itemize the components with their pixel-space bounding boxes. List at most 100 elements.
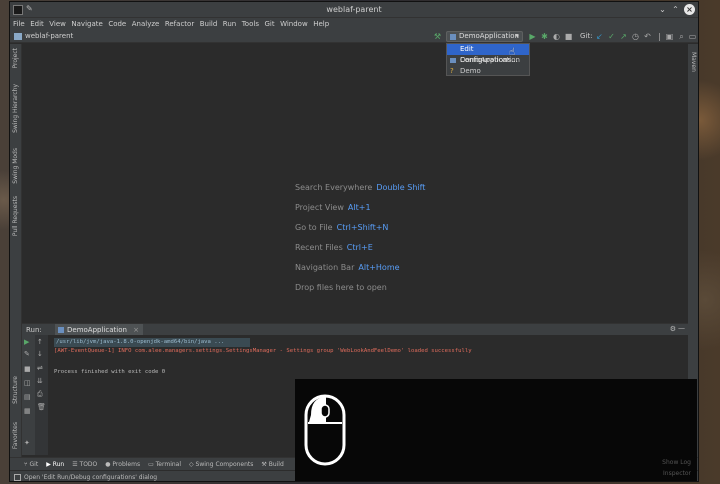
- menu-analyze[interactable]: Analyze: [132, 20, 160, 28]
- menu-help[interactable]: Help: [313, 20, 329, 28]
- hint-label: Project View: [295, 203, 344, 212]
- bottom-tab-run[interactable]: ▶ Run: [46, 461, 64, 468]
- arrow-up-icon[interactable]: ↑: [37, 338, 43, 346]
- layout-icon[interactable]: ▭: [688, 32, 697, 41]
- menu-build[interactable]: Build: [200, 20, 218, 28]
- trash-icon[interactable]: 🗑: [37, 403, 46, 411]
- debug-icon[interactable]: ✱: [540, 32, 549, 41]
- stop-icon[interactable]: ■: [564, 32, 573, 41]
- hint-label: Drop files here to open: [295, 283, 387, 292]
- mouse-click-icon: [304, 394, 346, 466]
- mouse-visualizer-overlay: Show Log Inspector: [295, 379, 697, 481]
- hint-shortcut: Alt+1: [347, 203, 371, 212]
- console-log-line: [AWT-EventQueue-1] INFO com.alee.manager…: [54, 348, 472, 354]
- scroll-to-end-icon[interactable]: ⇊: [37, 377, 43, 385]
- hint-shortcut: Alt+Home: [358, 263, 400, 272]
- hammer-icon[interactable]: ⚒: [433, 32, 442, 41]
- stop-icon[interactable]: ■: [24, 365, 31, 373]
- menu-navigate[interactable]: Navigate: [71, 20, 102, 28]
- status-toggle-icon[interactable]: [14, 474, 21, 481]
- hide-panel-icon[interactable]: —: [678, 324, 685, 332]
- tool-tab-project[interactable]: Project: [12, 48, 19, 69]
- menu-code[interactable]: Code: [108, 20, 126, 28]
- console-exit-line: Process finished with exit code 0: [54, 369, 166, 375]
- pin-tab-icon[interactable]: ▦: [24, 407, 31, 415]
- chevron-down-icon: ▾: [515, 32, 519, 40]
- run-icon[interactable]: ▶: [528, 32, 537, 41]
- soft-wrap-icon[interactable]: ⇌: [37, 364, 43, 372]
- tool-tab-swing-mods[interactable]: Swing Mods: [12, 148, 19, 184]
- menu-file[interactable]: File: [13, 20, 25, 28]
- status-message: Open 'Edit Run/Debug configurations' dia…: [24, 474, 158, 481]
- rollback-icon[interactable]: ↶: [643, 32, 652, 41]
- run-config-selector[interactable]: DemoApplication ▾: [446, 31, 523, 42]
- bottom-tab-label: Problems: [112, 460, 141, 468]
- git-commit-icon[interactable]: ✓: [607, 32, 616, 41]
- menu-refactor[interactable]: Refactor: [165, 20, 194, 28]
- gear-icon[interactable]: ⚙: [670, 325, 676, 333]
- tool-tab-structure[interactable]: Structure: [12, 376, 19, 404]
- folder-icon: [14, 33, 22, 40]
- menu-edit[interactable]: Edit: [30, 20, 44, 28]
- tool-tab-swing-hierarchy[interactable]: Swing Hierarchy: [12, 84, 19, 133]
- menu-run[interactable]: Run: [223, 20, 236, 28]
- hint-drop-files: Drop files here to open: [295, 283, 387, 292]
- tool-tab-maven[interactable]: Maven: [690, 52, 697, 72]
- bottom-tab-build[interactable]: ⚒ Build: [261, 461, 283, 468]
- hint-go-to-file: Go to File Ctrl+Shift+N: [295, 223, 388, 232]
- maximize-button[interactable]: ⌃: [670, 4, 681, 15]
- hint-search-everywhere: Search Everywhere Double Shift: [295, 183, 425, 192]
- run-toolbar-secondary: ↑ ↓ ⇌ ⇊ ⎙ 🗑: [35, 335, 48, 455]
- hint-recent-files: Recent Files Ctrl+E: [295, 243, 373, 252]
- dropdown-item-demoapplication[interactable]: DemoApplication: [447, 55, 529, 66]
- pin-icon[interactable]: ✦: [24, 439, 30, 447]
- git-push-icon[interactable]: ↗: [619, 32, 628, 41]
- close-icon[interactable]: ×: [133, 326, 139, 334]
- app-config-icon: [58, 327, 64, 333]
- hint-shortcut: Double Shift: [376, 183, 426, 192]
- console-command-line[interactable]: /usr/lib/jvm/java-1.8.0-openjdk-amd64/bi…: [54, 338, 250, 347]
- bottom-tab-label: Build: [268, 460, 284, 468]
- coverage-icon[interactable]: ◐: [552, 32, 561, 41]
- bottom-tab-todo[interactable]: ☰ TODO: [72, 461, 97, 468]
- left-tool-stripe: Project Swing Hierarchy Swing Mods Pull …: [10, 44, 22, 461]
- dropdown-item-demo[interactable]: ? Demo: [447, 66, 529, 77]
- restore-layout-icon[interactable]: ▤: [24, 393, 31, 401]
- git-label: Git:: [580, 32, 593, 40]
- bottom-tab-git[interactable]: ⑂ Git: [24, 461, 38, 468]
- history-icon[interactable]: ◷: [631, 32, 640, 41]
- print-icon[interactable]: ⎙: [37, 390, 43, 399]
- breadcrumb[interactable]: weblaf-parent: [25, 32, 73, 40]
- minimize-button[interactable]: ⌄: [657, 4, 668, 15]
- menu-git[interactable]: Git: [264, 20, 274, 28]
- title-bar: ✎ weblaf-parent ⌄ ⌃ ×: [10, 2, 698, 18]
- bottom-tab-terminal[interactable]: ▭ Terminal: [148, 461, 181, 468]
- bottom-tab-swing-components[interactable]: ◇ Swing Components: [189, 461, 253, 468]
- wrench-icon[interactable]: ✎: [24, 350, 30, 358]
- search-icon[interactable]: ⌕: [677, 32, 686, 41]
- bottom-tab-label: Git: [29, 460, 39, 468]
- navigation-bar: weblaf-parent ⚒ DemoApplication ▾ ▶ ✱ ◐ …: [10, 30, 698, 43]
- tool-tab-favorites[interactable]: Favorites: [12, 422, 19, 449]
- hint-label: Recent Files: [295, 243, 343, 252]
- dump-threads-icon[interactable]: ◫: [24, 379, 31, 387]
- menu-view[interactable]: View: [49, 20, 66, 28]
- close-button[interactable]: ×: [684, 4, 695, 15]
- tool-tab-pull-requests[interactable]: Pull Requests: [12, 196, 19, 236]
- editor-area: Search Everywhere Double Shift Project Vi…: [22, 44, 688, 323]
- git-update-icon[interactable]: ↙: [595, 32, 604, 41]
- arrow-down-icon[interactable]: ↓: [37, 350, 43, 358]
- hint-label: Go to File: [295, 223, 333, 232]
- inspector-label: Inspector: [663, 470, 691, 477]
- unknown-config-icon: ?: [450, 67, 454, 75]
- bottom-tab-label: Swing Components: [195, 460, 254, 468]
- run-panel-label: Run:: [26, 326, 42, 334]
- app-config-icon: [450, 34, 456, 40]
- run-tab-label: DemoApplication: [67, 326, 127, 334]
- menu-tools[interactable]: Tools: [242, 20, 259, 28]
- bottom-tab-problems[interactable]: ● Problems: [105, 461, 140, 468]
- project-structure-icon[interactable]: ▣: [665, 32, 674, 41]
- rerun-icon[interactable]: ▶: [24, 338, 29, 346]
- menu-window[interactable]: Window: [280, 20, 308, 28]
- dropdown-item-edit-configurations[interactable]: Edit Configurations...: [447, 44, 529, 64]
